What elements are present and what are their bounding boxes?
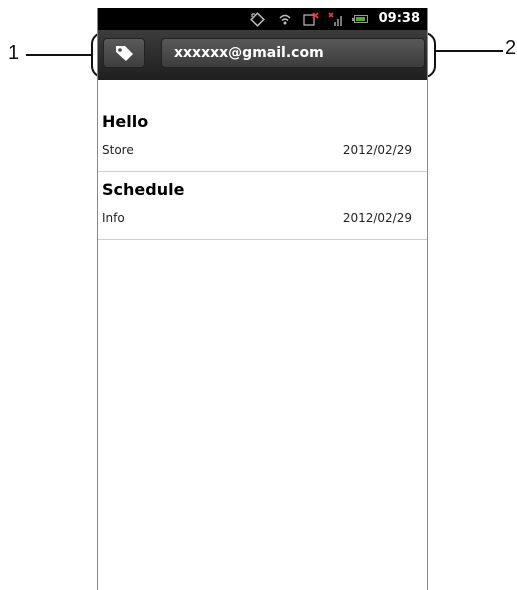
message-sender: Store xyxy=(102,143,134,157)
battery-icon xyxy=(352,15,368,23)
account-selector[interactable]: xxxxxx@gmail.com xyxy=(161,38,425,68)
callout-line-2 xyxy=(435,50,503,52)
message-sender: Info xyxy=(102,211,125,225)
message-row[interactable]: Schedule Info 2012/02/29 xyxy=(98,172,427,240)
message-subject: Schedule xyxy=(102,180,185,199)
callout-number-1: 1 xyxy=(8,42,20,64)
message-date: 2012/02/29 xyxy=(342,143,412,157)
rotation-icon xyxy=(250,12,265,30)
status-time: 09:38 xyxy=(378,11,420,26)
no-signal-icon xyxy=(328,12,344,30)
message-row[interactable]: Hello Store 2012/02/29 xyxy=(98,104,427,172)
callout-number-2: 2 xyxy=(505,37,517,59)
wifi-icon xyxy=(278,12,292,30)
callout-line-1 xyxy=(26,54,92,56)
label-button[interactable] xyxy=(103,38,145,68)
status-bar: 09:38 xyxy=(98,8,427,30)
sim-error-icon xyxy=(303,12,319,30)
tag-icon xyxy=(116,46,133,61)
folder-label: InBox xyxy=(103,84,142,98)
title-bar: xxxxxx@gmail.com InBox xyxy=(98,30,427,98)
phone-screen: 09:38 xxxxxx@gmail.com InBox Hello Store… xyxy=(97,8,428,590)
message-date: 2012/02/29 xyxy=(342,211,412,225)
message-subject: Hello xyxy=(102,112,149,131)
